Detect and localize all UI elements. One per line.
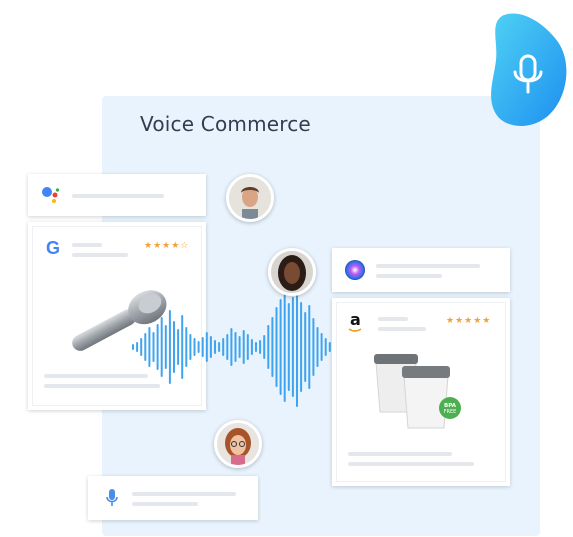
waveform-bar [185, 327, 188, 367]
microphone-icon [106, 489, 118, 506]
amazon-icon: a [350, 310, 361, 329]
waveform-bar [226, 334, 229, 360]
google-assistant-icon [42, 187, 60, 203]
voice-waveform [132, 287, 335, 407]
waveform-bar [164, 325, 167, 369]
rating-stars: ★★★★☆ [144, 240, 190, 250]
waveform-bar [234, 332, 237, 362]
waveform-bar [148, 327, 151, 367]
waveform-bar [201, 337, 204, 357]
text-placeholder-line [376, 264, 480, 268]
waveform-bar [214, 340, 216, 354]
waveform-bar [189, 334, 192, 360]
waveform-bar [304, 312, 307, 382]
waveform-bar [320, 333, 323, 361]
waveform-bar [255, 342, 257, 352]
waveform-bar [312, 318, 315, 376]
waveform-bar [140, 338, 143, 356]
waveform-bar [283, 292, 286, 402]
text-placeholder-line [376, 274, 442, 278]
waveform-bar [328, 342, 331, 352]
waveform-bar [259, 340, 262, 354]
text-placeholder-line [348, 462, 474, 466]
svg-text:FREE: FREE [444, 409, 457, 415]
waveform-bar [156, 324, 159, 370]
waveform-bar [209, 336, 212, 358]
waveform-bar [177, 329, 180, 365]
text-placeholder-line [132, 492, 236, 496]
voice-input-card[interactable] [88, 476, 258, 520]
waveform-bar [242, 330, 245, 364]
text-placeholder-line [348, 452, 452, 456]
waveform-bar [181, 315, 184, 379]
siri-query-card [332, 248, 510, 292]
text-placeholder-line [72, 253, 128, 257]
text-placeholder-line [132, 502, 198, 506]
waveform-bar [238, 336, 241, 358]
assistant-query-card [28, 174, 206, 216]
amazon-product-card: a ★★★★★ BPA FREE [332, 298, 510, 486]
text-placeholder-line [378, 327, 426, 331]
avatar-girl [214, 420, 262, 468]
text-placeholder-line [72, 243, 102, 247]
avatar-woman [268, 248, 316, 296]
voice-mic-button[interactable] [488, 12, 568, 130]
microphone-icon [491, 13, 567, 126]
waveform-bar [267, 325, 270, 369]
waveform-bar [250, 339, 253, 355]
waveform-bar [246, 334, 249, 360]
ice-cream-containers-image [374, 354, 450, 429]
waveform-bar [291, 297, 294, 397]
waveform-bar [324, 338, 327, 356]
waveform-bar [308, 305, 311, 389]
waveform-bar [193, 338, 196, 356]
waveform-bar [136, 342, 139, 352]
amazon-smile-icon [348, 328, 362, 332]
waveform-bar [168, 310, 171, 384]
bpa-free-badge: BPA FREE [439, 397, 461, 419]
waveform-bar [152, 332, 155, 362]
waveform-bar [263, 335, 266, 359]
google-g-icon: G [46, 238, 61, 258]
panel-title: Voice Commerce [140, 112, 311, 136]
waveform-bar [205, 332, 208, 362]
siri-icon [345, 260, 365, 280]
waveform-bar [279, 299, 282, 395]
text-placeholder-line [378, 317, 408, 321]
waveform-bar [222, 338, 225, 356]
avatar-man [226, 174, 274, 222]
waveform-bar [218, 342, 221, 352]
waveform-bar [316, 327, 319, 367]
waveform-bar [287, 303, 290, 391]
waveform-bar [275, 307, 278, 387]
text-placeholder-line [72, 194, 164, 198]
waveform-bar [296, 287, 298, 407]
waveform-bar [144, 333, 147, 361]
rating-stars: ★★★★★ [446, 315, 492, 325]
waveform-bar [197, 341, 200, 353]
waveform-bar [173, 321, 175, 373]
waveform-bar [230, 328, 233, 366]
waveform-bar [132, 344, 134, 350]
waveform-bar [300, 302, 303, 392]
waveform-bar [271, 317, 274, 377]
waveform-bar [160, 317, 163, 377]
